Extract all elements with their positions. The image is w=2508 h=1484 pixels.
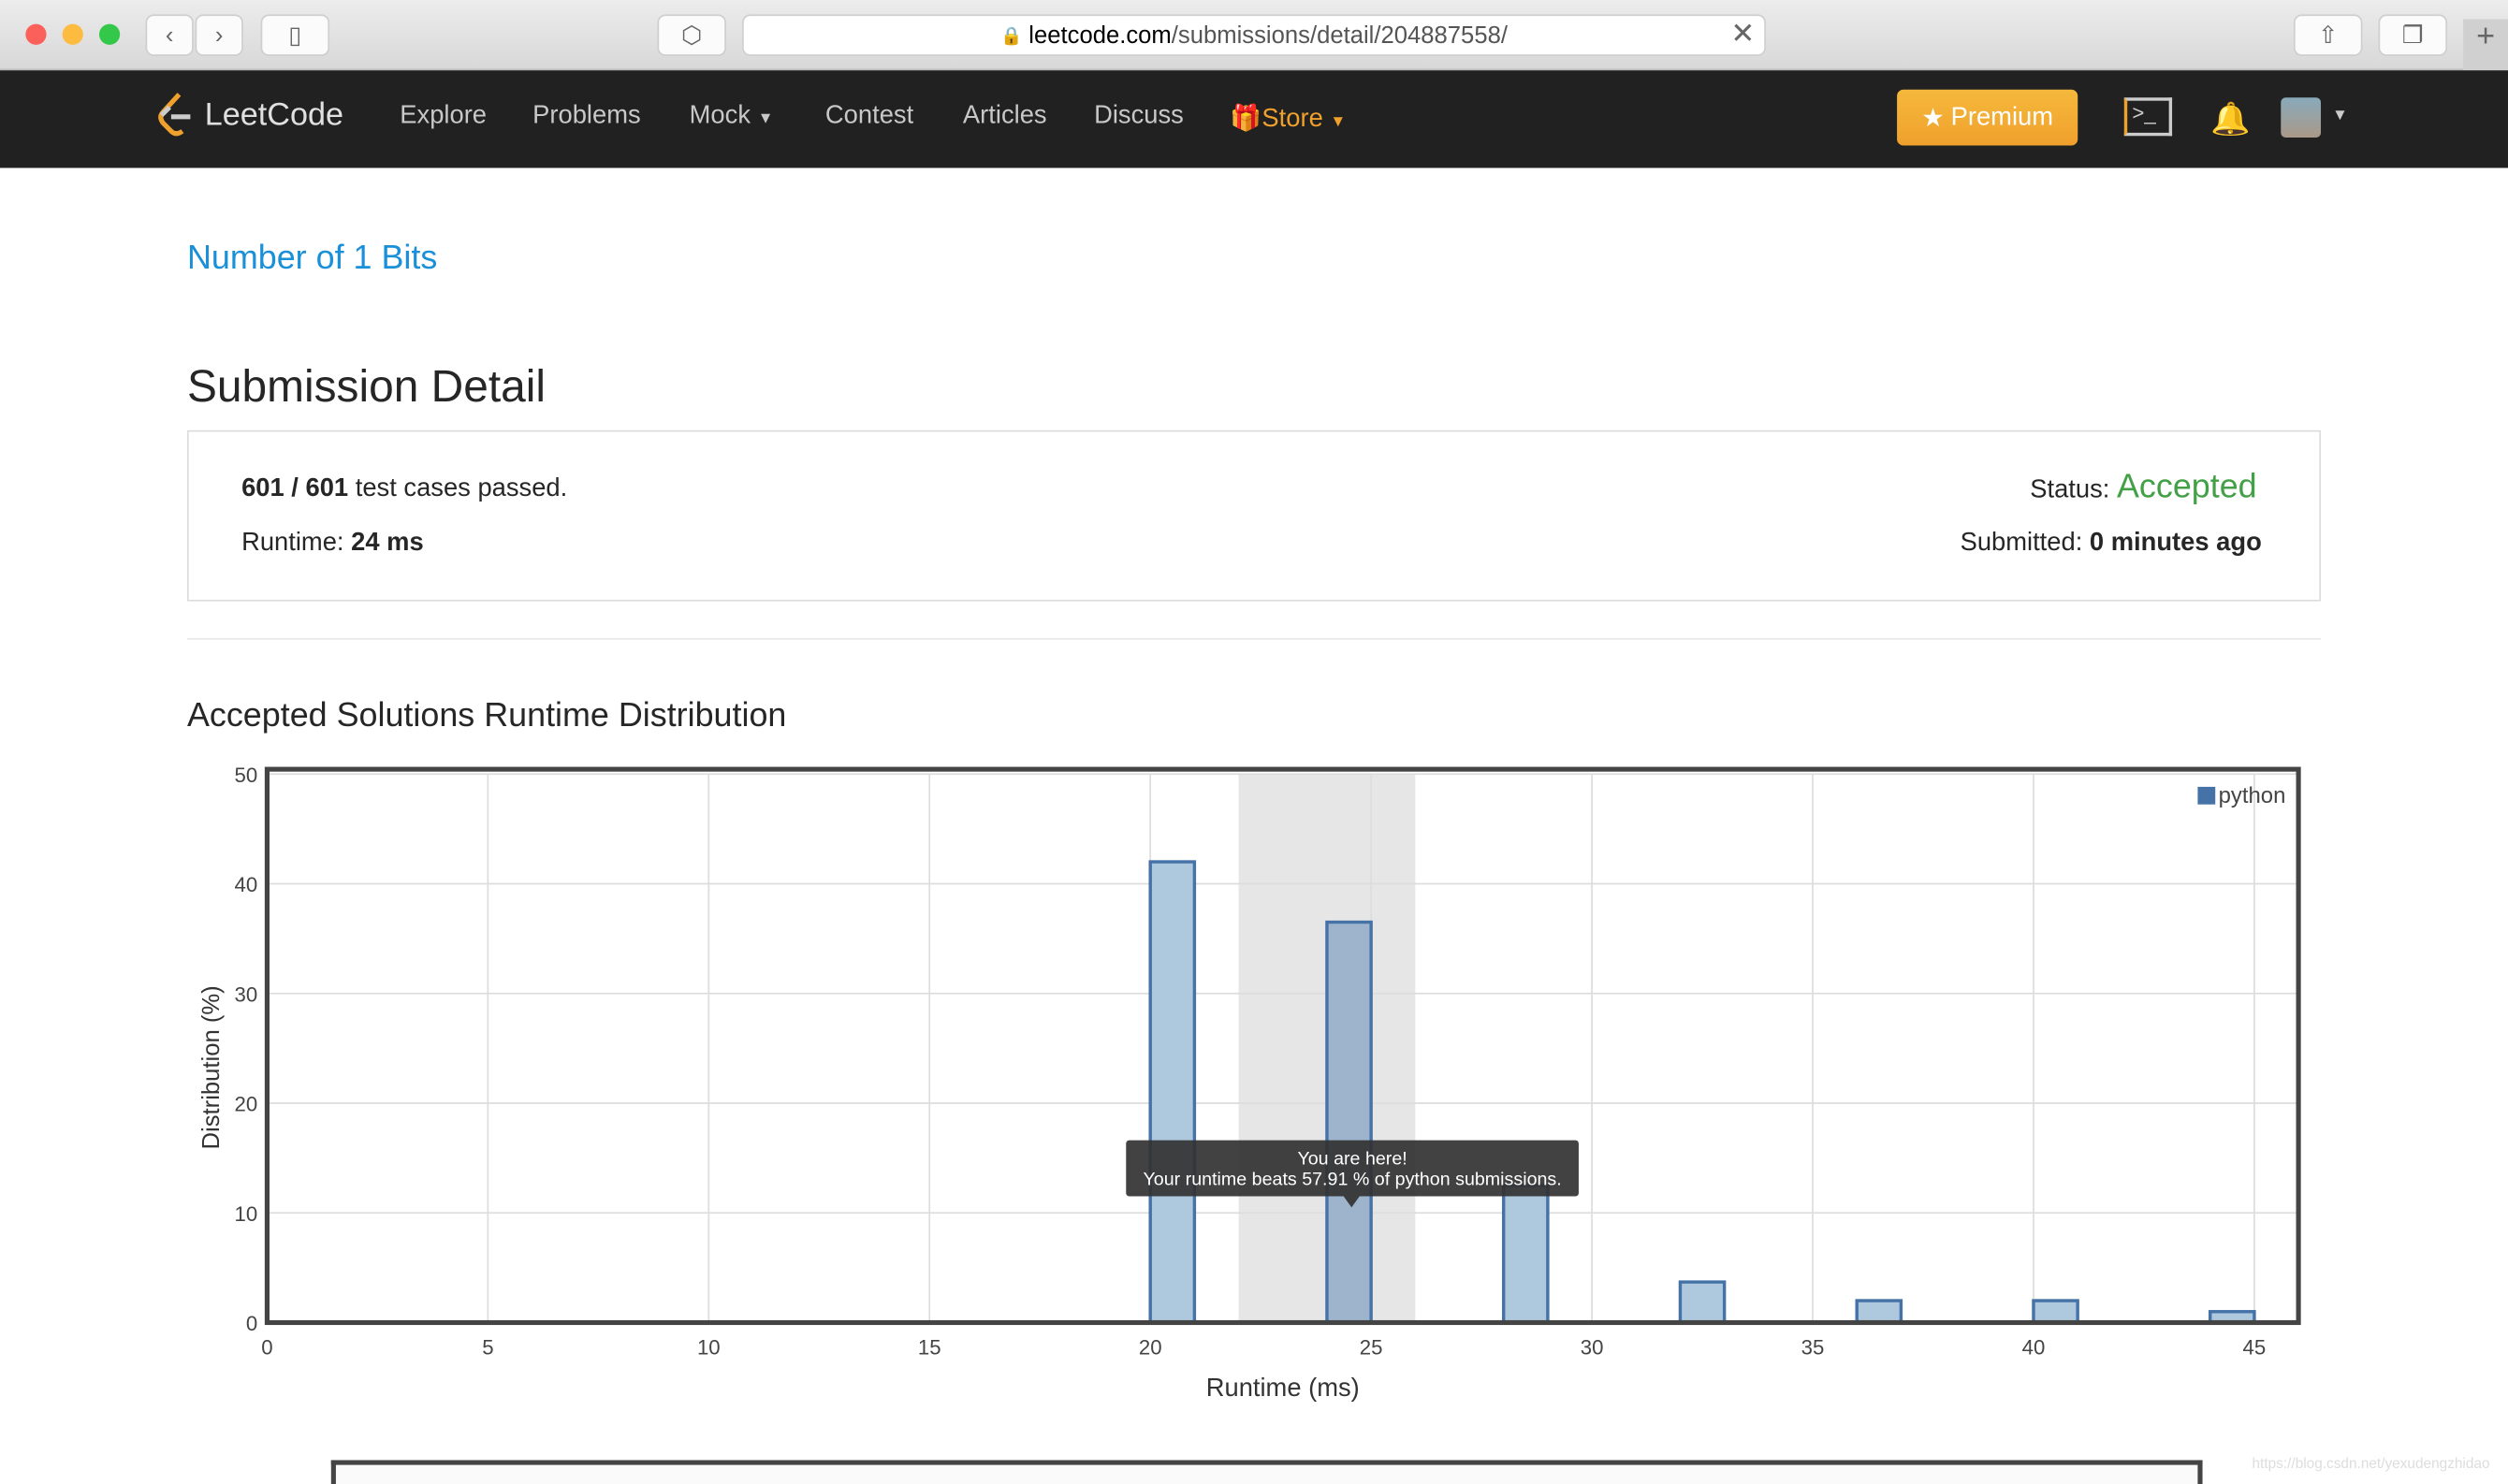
x-tick-label: 45: [2243, 1336, 2267, 1360]
histogram-bar: [2032, 1299, 2079, 1325]
y-tick-label: 20: [234, 1093, 257, 1116]
histogram-bar: [1325, 920, 1373, 1325]
x-tick-label: 25: [1360, 1336, 1383, 1360]
second-chart-frame: [330, 1460, 2203, 1484]
runtime-distribution-chart: 0 5 10 15 20 25 30 35 40 45 0 10 20 30 40 50 Runtime (ms…: [198, 764, 2301, 1402]
x-tick-label: 15: [918, 1336, 941, 1360]
histogram-bar: [1501, 1184, 1550, 1325]
y-tick-label: 50: [234, 764, 257, 787]
y-axis-label: Distribution (%): [198, 985, 225, 1149]
x-tick-label: 40: [2022, 1336, 2046, 1360]
y-tick-label: 0: [246, 1312, 257, 1335]
histogram-bar: [1855, 1299, 1903, 1325]
y-tick-label: 30: [234, 982, 257, 1006]
x-tick-label: 10: [697, 1336, 721, 1360]
x-tick-label: 20: [1139, 1336, 1162, 1360]
watermark: https://blog.csdn.net/yexudengzhidao: [2252, 1455, 2490, 1472]
y-tick-label: 40: [234, 873, 257, 896]
histogram-bar: [1148, 860, 1197, 1325]
histogram-bar: [1678, 1280, 1727, 1325]
x-tick-label: 5: [482, 1336, 493, 1360]
x-axis-label: Runtime (ms): [1206, 1373, 1360, 1402]
x-tick-label: 35: [1801, 1336, 1825, 1360]
y-tick-label: 10: [234, 1202, 257, 1226]
legend-swatch: [2197, 786, 2216, 805]
x-tick-label: 0: [261, 1336, 272, 1360]
chart-tooltip: You are here! Your runtime beats 57.91 %…: [1126, 1140, 1579, 1208]
x-tick-label: 30: [1581, 1336, 1604, 1360]
legend-label: python: [2219, 783, 2286, 808]
